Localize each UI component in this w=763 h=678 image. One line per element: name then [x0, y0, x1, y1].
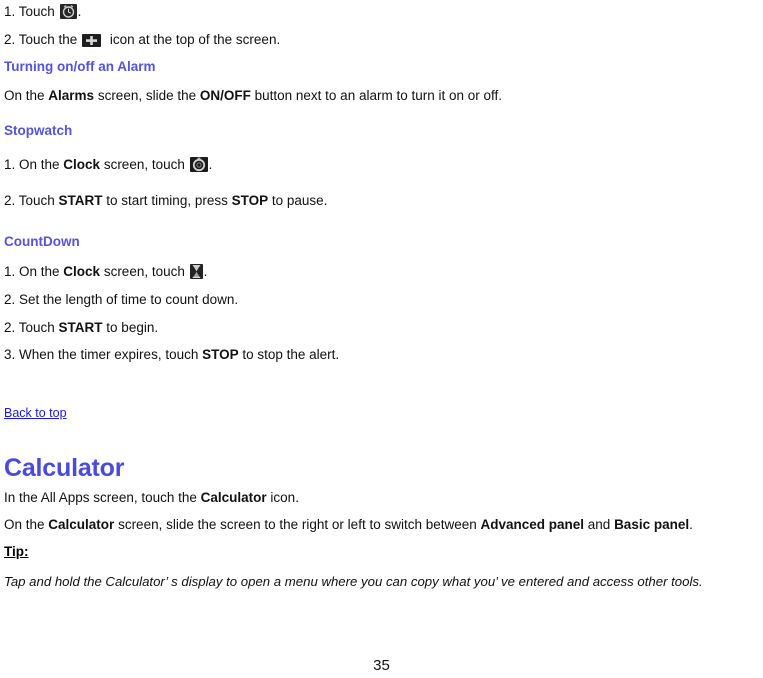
- heading-calculator: Calculator: [4, 454, 125, 482]
- countdown-step-1-bold-clock: Clock: [63, 264, 101, 279]
- calculator-line-2-bold-basic: Basic panel: [614, 517, 690, 532]
- countdown-step-4-part1: 3. When the timer expires, touch: [4, 347, 203, 362]
- stopwatch-step-1-suffix: .: [208, 157, 213, 172]
- countdown-step-3-part1: 2. Touch: [4, 320, 59, 335]
- calculator-line-2-part3: and: [584, 517, 615, 532]
- stopwatch-step-1-part1: 1. On the: [4, 157, 64, 172]
- countdown-step-1-part1: 1. On the: [4, 264, 64, 279]
- tip-body: Tap and hold the Calculator’ s display t…: [4, 574, 703, 589]
- countdown-step-3-bold-start: START: [58, 320, 103, 335]
- page-number: 35: [373, 657, 390, 674]
- countdown-step-4-part2: to stop the alert.: [238, 347, 340, 362]
- calculator-line-1-part1: In the All Apps screen, touch the: [4, 490, 201, 505]
- tip-label: Tip:: [4, 544, 29, 559]
- stopwatch-step-2-part2: to start timing, press: [102, 193, 232, 208]
- countdown-step-3: 2. Touch START to begin.: [4, 320, 158, 336]
- alarm-clock-icon: [59, 4, 77, 19]
- alarm-instruction: On the Alarms screen, slide the ON/OFF b…: [4, 88, 502, 104]
- calculator-line-2-part2: screen, slide the screen to the right or…: [114, 517, 481, 532]
- clock-step-2: 2. Touch the icon at the top of the scre…: [4, 32, 280, 48]
- heading-turning-on-off-alarm: Turning on/off an Alarm: [4, 59, 156, 74]
- hourglass-icon: [189, 264, 203, 279]
- back-to-top-link[interactable]: Back to top: [4, 406, 67, 421]
- stopwatch-step-2-bold-stop: STOP: [231, 193, 269, 208]
- calculator-line-1: In the All Apps screen, touch the Calcul…: [4, 490, 299, 506]
- clock-step-2-prefix: 2. Touch the: [4, 32, 78, 47]
- stopwatch-icon: [189, 157, 208, 172]
- stopwatch-step-2-part3: to pause.: [268, 193, 328, 208]
- calculator-line-2-part4: .: [689, 517, 693, 532]
- calculator-line-2-bold-advanced: Advanced panel: [480, 517, 585, 532]
- countdown-step-1-part2: screen, touch: [100, 264, 189, 279]
- calculator-line-2-part1: On the: [4, 517, 49, 532]
- stopwatch-step-1-bold-clock: Clock: [63, 157, 101, 172]
- stopwatch-step-2-part1: 2. Touch: [4, 193, 59, 208]
- clock-step-2-suffix: icon at the top of the screen.: [109, 32, 281, 47]
- alarm-instruction-part1: On the: [4, 88, 49, 103]
- calculator-line-2: On the Calculator screen, slide the scre…: [4, 517, 693, 533]
- heading-stopwatch: Stopwatch: [4, 123, 73, 138]
- calculator-line-1-bold: Calculator: [200, 490, 267, 505]
- countdown-step-2: 2. Set the length of time to count down.: [4, 292, 239, 307]
- alarm-instruction-bold-alarms: Alarms: [48, 88, 95, 103]
- countdown-step-4: 3. When the timer expires, touch STOP to…: [4, 347, 339, 363]
- countdown-step-1-suffix: .: [203, 264, 208, 279]
- clock-step-1: 1. Touch .: [4, 4, 81, 20]
- countdown-step-3-part2: to begin.: [102, 320, 159, 335]
- alarm-instruction-bold-onoff: ON/OFF: [199, 88, 251, 103]
- stopwatch-step-2: 2. Touch START to start timing, press ST…: [4, 193, 327, 209]
- manual-page: 1. Touch . 2. Touch the icon at the top …: [0, 0, 763, 678]
- countdown-step-4-bold-stop: STOP: [202, 347, 239, 362]
- heading-countdown: CountDown: [4, 234, 80, 249]
- alarm-instruction-part2: screen, slide the: [94, 88, 200, 103]
- calculator-line-2-bold-calculator: Calculator: [48, 517, 115, 532]
- stopwatch-step-1: 1. On the Clock screen, touch .: [4, 157, 212, 173]
- alarm-instruction-part3: button next to an alarm to turn it on or…: [250, 88, 503, 103]
- stopwatch-step-2-bold-start: START: [58, 193, 103, 208]
- add-plus-icon: [82, 34, 102, 47]
- countdown-step-1: 1. On the Clock screen, touch .: [4, 264, 207, 280]
- clock-step-1-suffix: .: [77, 4, 82, 19]
- stopwatch-step-1-part2: screen, touch: [100, 157, 189, 172]
- calculator-line-1-part2: icon.: [266, 490, 299, 505]
- clock-step-1-prefix: 1. Touch: [4, 4, 55, 19]
